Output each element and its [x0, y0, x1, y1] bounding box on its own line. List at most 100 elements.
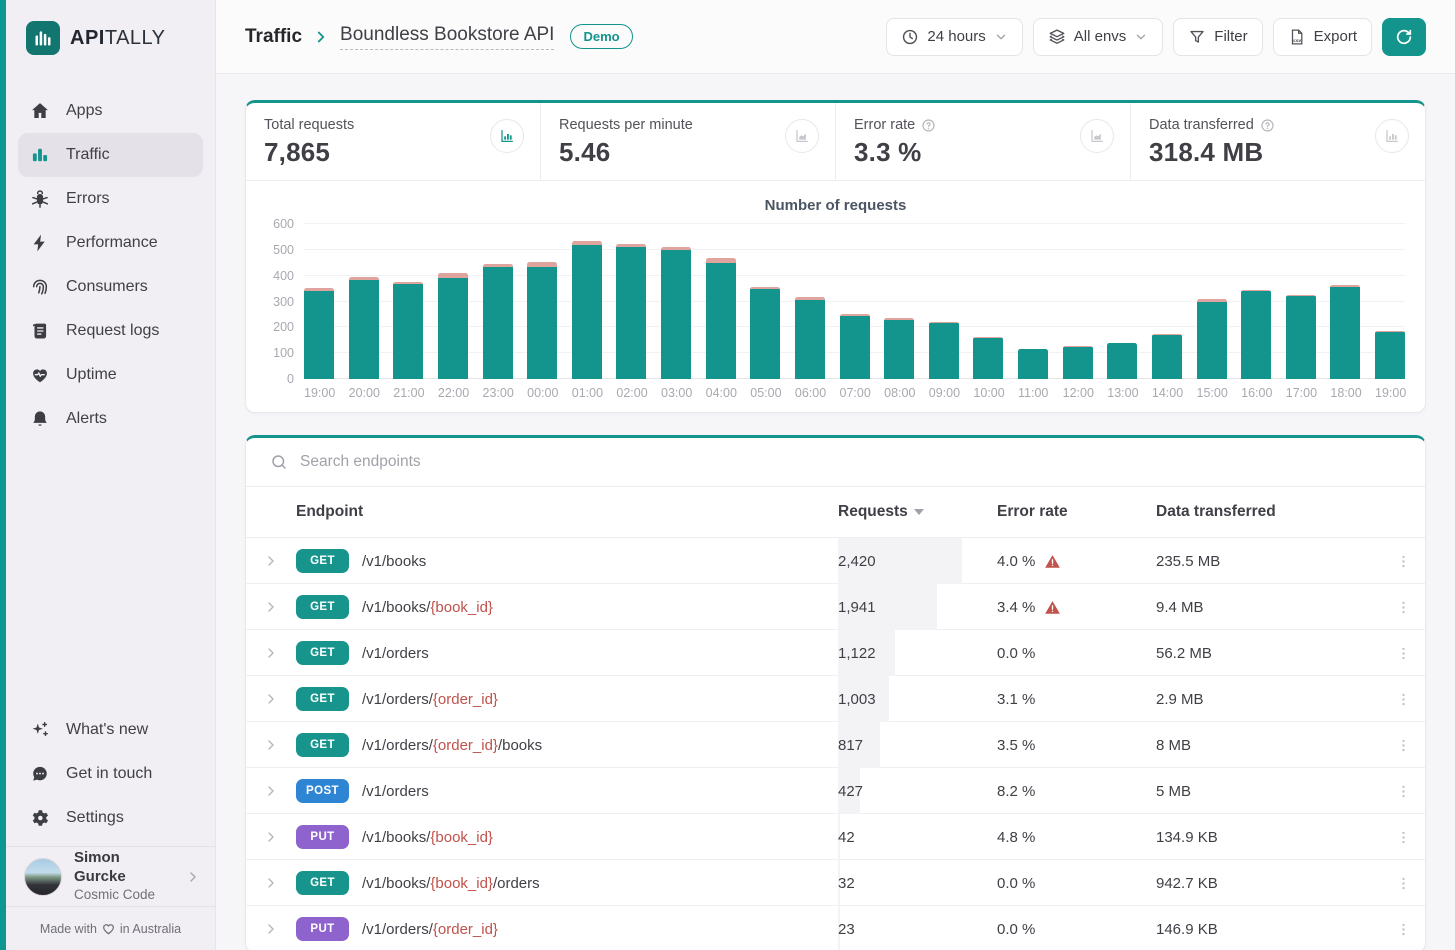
file-csv-icon: csv — [1288, 28, 1306, 46]
expand-row-icon[interactable] — [263, 829, 279, 845]
endpoint-row[interactable]: POST/v1/orders4278.2 %5 MB — [246, 768, 1425, 814]
bar-15:00 — [1197, 299, 1227, 379]
sidebar-item-performance[interactable]: Performance — [18, 221, 203, 265]
stat-bar-icon — [499, 128, 515, 144]
sidebar-item-label: Get in touch — [66, 765, 152, 783]
expand-row-icon[interactable] — [263, 737, 279, 753]
24-hours-button[interactable]: 24 hours — [886, 18, 1022, 56]
expand-row-icon[interactable] — [263, 553, 279, 569]
sidebar-item-apps[interactable]: Apps — [18, 89, 203, 133]
row-menu-icon[interactable] — [1395, 921, 1412, 938]
x-tick-label: 13:00 — [1107, 386, 1137, 400]
search-input[interactable] — [300, 453, 1401, 471]
sidebar-item-settings[interactable]: Settings — [18, 796, 203, 840]
heart-icon — [101, 921, 116, 936]
message-icon — [30, 764, 50, 784]
endpoint-path: /v1/orders/{order_id} — [362, 921, 498, 938]
expand-row-icon[interactable] — [263, 691, 279, 707]
row-menu-icon[interactable] — [1395, 645, 1412, 662]
requests-chart: Number of requests 0100200300400500600 1… — [246, 181, 1425, 412]
chart-type-toggle[interactable] — [1375, 119, 1409, 153]
endpoint-row[interactable]: GET/v1/books2,4204.0 %235.5 MB — [246, 538, 1425, 584]
column-header-requests[interactable]: Requests — [838, 503, 997, 521]
expand-row-icon[interactable] — [263, 645, 279, 661]
expand-row-icon[interactable] — [263, 783, 279, 799]
sidebar-item-alerts[interactable]: Alerts — [18, 397, 203, 441]
sidebar-item-traffic[interactable]: Traffic — [18, 133, 203, 177]
refresh-button[interactable] — [1382, 18, 1426, 56]
endpoints-card: Endpoint Requests Error rate Data transf… — [245, 435, 1426, 950]
endpoint-row[interactable]: GET/v1/books/{book_id}1,9413.4 %9.4 MB — [246, 584, 1425, 630]
bar-success-segment — [973, 338, 1003, 379]
endpoint-path: /v1/books — [362, 553, 426, 570]
endpoint-row[interactable]: PUT/v1/orders/{order_id}230.0 %146.9 KB — [246, 906, 1425, 950]
x-tick-label: 11:00 — [1018, 386, 1048, 400]
chart-type-toggle[interactable] — [785, 119, 819, 153]
chart-type-toggle[interactable] — [1080, 119, 1114, 153]
expand-row-icon[interactable] — [263, 875, 279, 891]
method-badge: GET — [296, 641, 349, 665]
bar-22:00 — [438, 273, 468, 379]
sidebar-item-consumers[interactable]: Consumers — [18, 265, 203, 309]
x-tick-label: 10:00 — [973, 386, 1003, 400]
x-tick-label: 02:00 — [616, 386, 646, 400]
method-badge: POST — [296, 779, 349, 803]
endpoint-row[interactable]: GET/v1/books/{book_id}/orders320.0 %942.… — [246, 860, 1425, 906]
bar-success-segment — [483, 267, 513, 379]
sidebar-item-get-in-touch[interactable]: Get in touch — [18, 752, 203, 796]
column-header-endpoint[interactable]: Endpoint — [296, 503, 838, 521]
endpoint-row[interactable]: GET/v1/orders/{order_id}/books8173.5 %8 … — [246, 722, 1425, 768]
chart-x-axis: 19:0020:0021:0022:0023:0000:0001:0002:00… — [304, 386, 1405, 400]
column-header-data-transferred[interactable]: Data transferred — [1156, 503, 1379, 521]
chevron-down-icon — [994, 30, 1008, 44]
sidebar-nav: AppsTrafficErrorsPerformanceConsumersReq… — [6, 75, 215, 441]
data-transferred-value: 134.9 KB — [1156, 829, 1379, 846]
column-header-error-rate[interactable]: Error rate — [997, 503, 1156, 521]
endpoint-row[interactable]: GET/v1/orders/{order_id}1,0033.1 %2.9 MB — [246, 676, 1425, 722]
endpoint-row[interactable]: GET/v1/orders1,1220.0 %56.2 MB — [246, 630, 1425, 676]
row-menu-icon[interactable] — [1395, 553, 1412, 570]
brand-logo[interactable]: APITALLY — [6, 0, 215, 75]
bar-success-segment — [438, 278, 468, 379]
fingerprint-icon — [30, 277, 50, 297]
endpoint-path: /v1/orders/{order_id}/books — [362, 737, 542, 754]
error-rate-value: 4.0 % — [997, 553, 1035, 570]
row-menu-icon[interactable] — [1395, 599, 1412, 616]
x-tick-label: 07:00 — [840, 386, 870, 400]
button-label: Filter — [1214, 28, 1247, 45]
expand-row-icon[interactable] — [263, 599, 279, 615]
error-rate-value: 0.0 % — [997, 921, 1035, 938]
bar-success-segment — [1018, 349, 1048, 379]
requests-count: 1,941 — [838, 599, 876, 616]
sidebar-item-what-s-new[interactable]: What's new — [18, 708, 203, 752]
requests-count: 2,420 — [838, 553, 876, 570]
user-menu[interactable]: Simon Gurcke Cosmic Code — [6, 846, 215, 906]
sidebar-item-uptime[interactable]: Uptime — [18, 353, 203, 397]
bar-success-segment — [750, 289, 780, 379]
sidebar-item-request-logs[interactable]: Request logs — [18, 309, 203, 353]
row-menu-icon[interactable] — [1395, 829, 1412, 846]
method-badge: PUT — [296, 917, 349, 941]
data-transferred-value: 5 MB — [1156, 783, 1379, 800]
svg-text:csv: csv — [1293, 38, 1301, 43]
bar-success-segment — [661, 250, 691, 379]
row-menu-icon[interactable] — [1395, 875, 1412, 892]
x-tick-label: 15:00 — [1197, 386, 1227, 400]
row-menu-icon[interactable] — [1395, 737, 1412, 754]
endpoint-path: /v1/books/{book_id} — [362, 599, 493, 616]
row-menu-icon[interactable] — [1395, 691, 1412, 708]
requests-count: 1,003 — [838, 691, 876, 708]
bar-success-segment — [304, 291, 334, 379]
filter-button[interactable]: Filter — [1173, 18, 1262, 56]
export-button[interactable]: csvExport — [1273, 18, 1372, 56]
sidebar-item-errors[interactable]: Errors — [18, 177, 203, 221]
expand-row-icon[interactable] — [263, 921, 279, 937]
header-controls: 24 hours All envs Filter csvExport — [886, 18, 1426, 56]
all-envs-button[interactable]: All envs — [1033, 18, 1164, 56]
app-selector[interactable]: Boundless Bookstore API — [340, 24, 554, 50]
row-menu-icon[interactable] — [1395, 783, 1412, 800]
endpoint-row[interactable]: PUT/v1/books/{book_id}424.8 %134.9 KB — [246, 814, 1425, 860]
chart-type-toggle[interactable] — [490, 119, 524, 153]
bar-09:00 — [929, 322, 959, 379]
traffic-overview-card: Total requests7,865Requests per minute5.… — [245, 100, 1426, 413]
